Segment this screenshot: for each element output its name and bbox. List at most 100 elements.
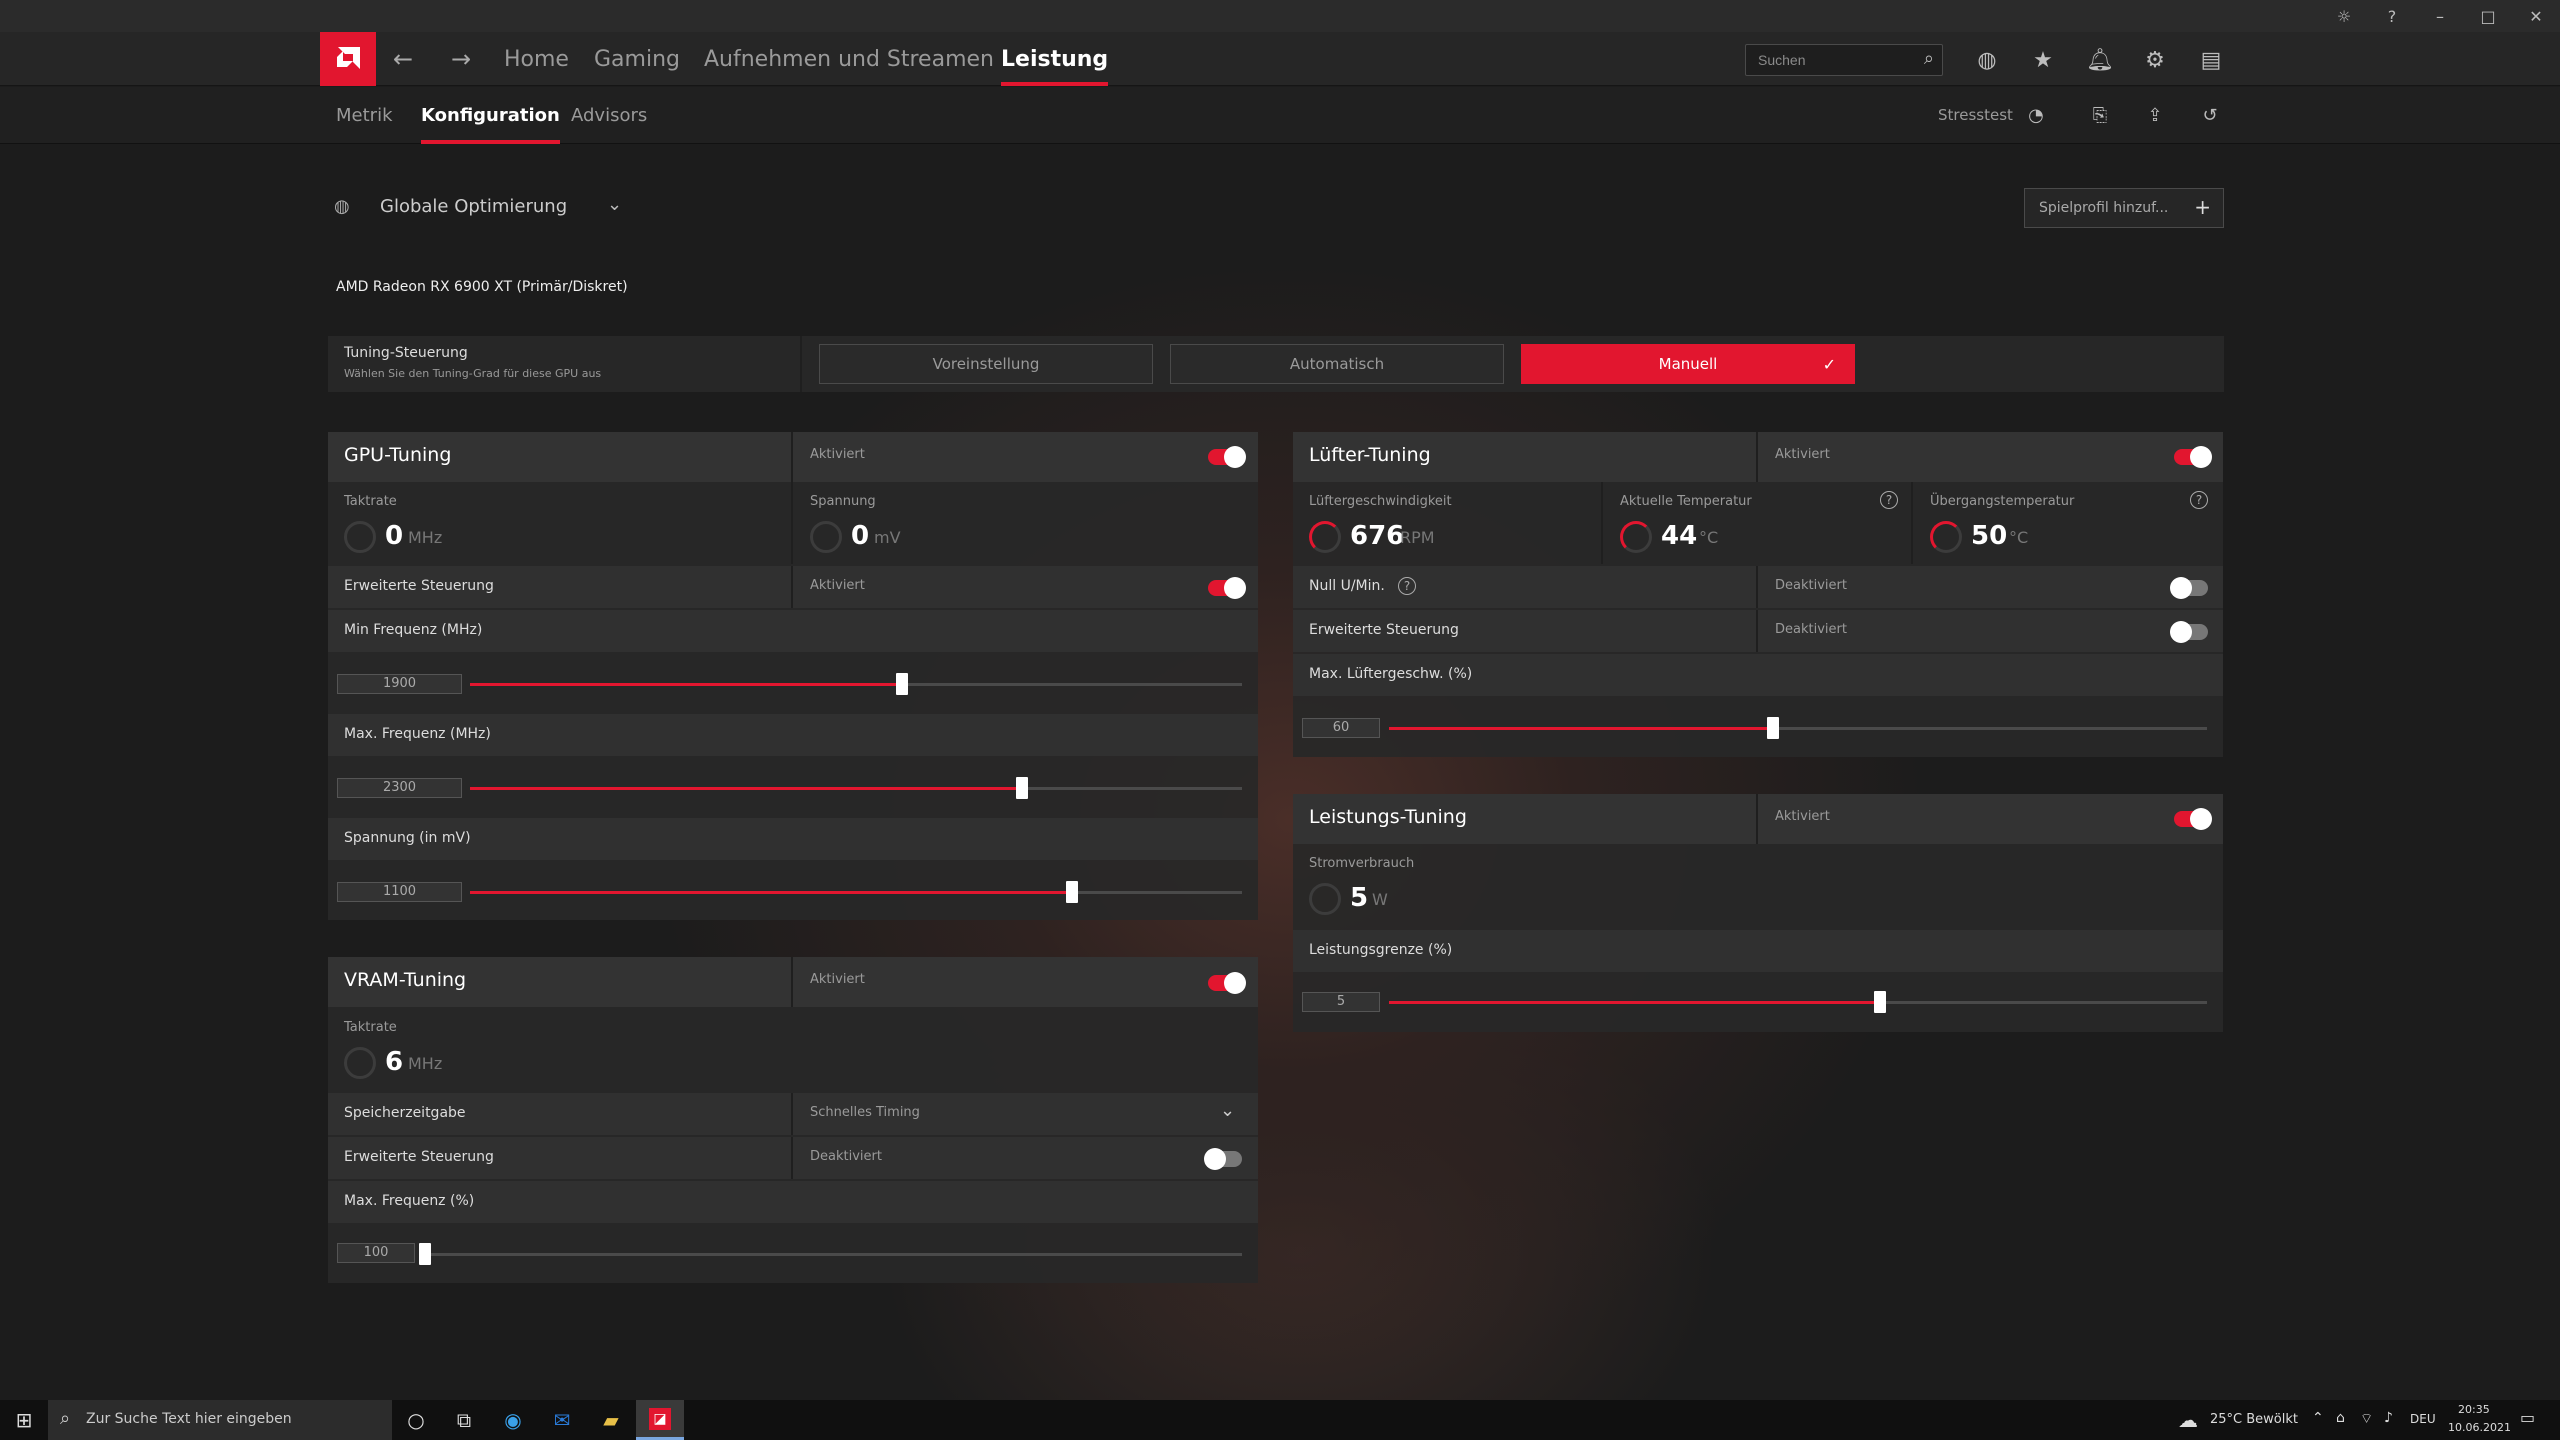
clock-date[interactable]: 10.06.2021 xyxy=(2448,1421,2511,1434)
toggle-knob xyxy=(1224,972,1246,994)
meet-now-icon[interactable]: ⌂ xyxy=(2336,1410,2345,1426)
vram-clock-value: 6 xyxy=(385,1047,404,1077)
maximize-button[interactable]: □ xyxy=(2464,0,2512,32)
fan-tuning-toggle[interactable] xyxy=(2174,446,2212,468)
cortana-icon[interactable]: ○ xyxy=(392,1400,440,1440)
zero-rpm-toggle[interactable] xyxy=(2170,577,2208,599)
bell-icon[interactable]: 🔔︎ xyxy=(2083,44,2117,76)
add-game-profile-button[interactable]: Spielprofil hinzuf... + xyxy=(2024,188,2224,228)
power-consumption-gauge xyxy=(1309,883,1341,915)
search-icon[interactable]: ⌕ xyxy=(1924,48,1934,69)
subtab-configuration[interactable]: Konfiguration xyxy=(421,87,560,144)
minimize-button[interactable]: – xyxy=(2416,0,2464,32)
manual-button[interactable]: Manuell ✓ xyxy=(1521,344,1855,384)
gpu-voltage-label: Spannung xyxy=(810,494,876,509)
stresstest-gauge-icon[interactable]: ◔ xyxy=(2021,100,2051,130)
task-view-icon[interactable]: ⧉ xyxy=(440,1400,488,1440)
file-explorer-icon[interactable]: ▰ xyxy=(587,1400,635,1440)
help-circle-icon[interactable]: ? xyxy=(1398,577,1416,595)
outlook-icon[interactable]: ✉ xyxy=(538,1400,586,1440)
vram-max-frequency-input[interactable]: 100 xyxy=(337,1243,415,1263)
edge-browser-icon[interactable]: ◉ xyxy=(489,1400,537,1440)
nav-tab-performance[interactable]: Leistung xyxy=(1001,32,1109,86)
gpu-tuning-title: GPU-Tuning xyxy=(344,444,452,466)
vram-max-frequency-slider[interactable] xyxy=(419,1243,1242,1265)
power-tuning-toggle[interactable] xyxy=(2174,808,2212,830)
automatic-button[interactable]: Automatisch xyxy=(1170,344,1504,384)
fan-advanced-toggle[interactable] xyxy=(2170,621,2208,643)
min-frequency-input[interactable]: 1900 xyxy=(337,674,462,694)
account-icon[interactable]: ▤ xyxy=(2194,44,2228,76)
slider-thumb[interactable] xyxy=(1015,777,1028,799)
vram-clock-unit: MHz xyxy=(408,1054,443,1073)
chevron-down-icon[interactable]: ⌄ xyxy=(1220,1100,1235,1121)
save-profile-icon[interactable]: ⎘ xyxy=(2085,100,2115,130)
slider-thumb[interactable] xyxy=(896,673,909,695)
reset-icon[interactable]: ↺ xyxy=(2195,100,2225,130)
close-button[interactable]: ✕ xyxy=(2512,0,2560,32)
subtab-advisors[interactable]: Advisors xyxy=(571,87,647,144)
slider-fill xyxy=(470,891,1073,894)
power-limit-slider[interactable] xyxy=(1389,991,2207,1013)
amd-logo[interactable] xyxy=(320,32,376,86)
gpu-clock-gauge xyxy=(344,521,376,553)
export-icon[interactable]: ⇪ xyxy=(2140,100,2170,130)
vram-tuning-toggle[interactable] xyxy=(1208,972,1246,994)
max-fan-speed-slider[interactable] xyxy=(1389,717,2207,739)
nav-tab-recording[interactable]: Aufnehmen und Streamen xyxy=(704,32,994,86)
chevron-up-icon[interactable]: ⌃ xyxy=(2312,1410,2324,1426)
help-circle-icon[interactable]: ? xyxy=(2190,491,2208,509)
slider-thumb[interactable] xyxy=(1066,881,1079,903)
slider-thumb[interactable] xyxy=(1767,717,1780,739)
min-frequency-slider[interactable] xyxy=(470,673,1242,695)
search-box[interactable]: ⌕ xyxy=(1745,44,1943,76)
star-icon[interactable]: ★ xyxy=(2026,44,2060,76)
cloud-weather-icon[interactable]: ☁ xyxy=(2178,1408,2198,1432)
gear-icon[interactable]: ⚙ xyxy=(2138,44,2172,76)
slider-thumb[interactable] xyxy=(419,1243,431,1265)
amd-software-taskbar-icon[interactable]: ◪ xyxy=(636,1400,684,1440)
volume-icon[interactable]: ♪ xyxy=(2384,1410,2393,1426)
network-icon[interactable]: ⌔ xyxy=(2360,1410,2373,1428)
vram-advanced-toggle[interactable] xyxy=(1204,1148,1242,1170)
gpu-advanced-toggle[interactable] xyxy=(1208,577,1246,599)
memory-timing-value[interactable]: Schnelles Timing xyxy=(810,1105,920,1120)
plus-icon: + xyxy=(2194,195,2211,219)
current-temp-gauge xyxy=(1620,521,1652,553)
chevron-down-icon[interactable]: ⌄ xyxy=(607,194,622,215)
preset-button[interactable]: Voreinstellung xyxy=(819,344,1153,384)
language-indicator[interactable]: DEU xyxy=(2410,1412,2436,1426)
voltage-slider[interactable] xyxy=(470,881,1242,903)
help-icon[interactable]: ? xyxy=(2368,0,2416,32)
forward-arrow-icon[interactable]: → xyxy=(441,44,481,74)
taskbar-search-box[interactable]: ⌕ Zur Suche Text hier eingeben xyxy=(48,1400,392,1440)
toggle-knob xyxy=(1204,1148,1226,1170)
max-frequency-slider[interactable] xyxy=(470,777,1242,799)
back-arrow-icon[interactable]: ← xyxy=(383,44,423,74)
nav-tab-gaming[interactable]: Gaming xyxy=(594,32,680,86)
nav-tab-home[interactable]: Home xyxy=(504,32,569,86)
gpu-tuning-toggle[interactable] xyxy=(1208,446,1246,468)
max-fan-speed-input[interactable]: 60 xyxy=(1302,718,1380,738)
subtab-metrics[interactable]: Metrik xyxy=(336,87,393,144)
help-circle-icon[interactable]: ? xyxy=(1880,491,1898,509)
notification-center-icon[interactable]: ▭ xyxy=(2520,1408,2535,1427)
fan-speed-label: Lüftergeschwindigkeit xyxy=(1309,494,1452,509)
power-limit-input[interactable]: 5 xyxy=(1302,992,1380,1012)
weather-text[interactable]: 25°C Bewölkt xyxy=(2210,1412,2298,1427)
clock-time[interactable]: 20:35 xyxy=(2458,1403,2490,1416)
search-input[interactable] xyxy=(1746,45,1906,75)
profile-selector-label[interactable]: Globale Optimierung xyxy=(380,196,567,217)
manual-button-label: Manuell xyxy=(1658,355,1718,373)
stresstest-label[interactable]: Stresstest xyxy=(1938,106,2013,124)
max-frequency-input[interactable]: 2300 xyxy=(337,778,462,798)
current-temp-value: 44 xyxy=(1661,521,1698,551)
max-frequency-label: Max. Frequenz (MHz) xyxy=(344,726,491,742)
bug-report-icon[interactable]: ☼ xyxy=(2320,0,2368,32)
windows-start-icon[interactable]: ⊞ xyxy=(0,1400,48,1440)
voltage-input[interactable]: 1100 xyxy=(337,882,462,902)
vram-clock-label: Taktrate xyxy=(344,1020,397,1035)
slider-thumb[interactable] xyxy=(1873,991,1886,1013)
globe-icon[interactable]: ◍ xyxy=(1970,44,2004,76)
gpu-name: AMD Radeon RX 6900 XT (Primär/Diskret) xyxy=(336,279,628,295)
